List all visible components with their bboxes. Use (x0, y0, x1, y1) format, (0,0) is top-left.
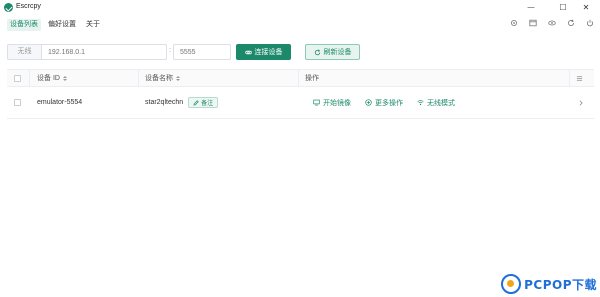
edit-note-button[interactable]: 备注 (188, 97, 219, 108)
plus-circle-icon (365, 99, 372, 106)
table-header: 设备 ID 设备名称 操作 (7, 69, 594, 87)
watermark: PCPOP下载 (501, 274, 597, 294)
row-checkbox[interactable] (14, 99, 21, 106)
device-name-text: star2qltechn (145, 99, 184, 106)
refresh-icon (314, 48, 320, 55)
main-tabs: 设备列表 偏好设置 关于 (7, 19, 103, 31)
row-actions: 开始镜像 更多操作 无线模式 (313, 87, 469, 118)
more-actions-button[interactable]: 更多操作 (365, 98, 403, 108)
monitor-icon (313, 99, 320, 106)
title-bar: Escrcpy — ☐ ✕ (0, 0, 600, 15)
refresh-devices-button[interactable]: 刷新设备 (305, 44, 360, 60)
connect-device-button[interactable]: 连接设备 (236, 44, 291, 60)
device-id-cell: emulator-5554 (37, 99, 83, 106)
power-icon[interactable] (586, 19, 594, 27)
select-all-checkbox[interactable] (14, 74, 21, 82)
minimize-button[interactable]: — (516, 0, 546, 15)
tab-about[interactable]: 关于 (83, 19, 103, 31)
row-select-cell (14, 87, 21, 118)
start-mirror-label: 开始镜像 (323, 99, 351, 107)
chevron-right-icon (579, 99, 583, 106)
link-icon (244, 50, 252, 54)
table-row: emulator-5554 star2qltechn 备注 开始镜像 更多操作 … (7, 87, 594, 119)
start-mirror-button[interactable]: 开始镜像 (313, 98, 351, 108)
tab-preferences[interactable]: 偏好设置 (45, 19, 79, 31)
more-actions-label: 更多操作 (375, 99, 403, 107)
port-separator: : (169, 47, 171, 54)
device-name-cell: star2qltechn 备注 (145, 87, 219, 118)
watermark-logo-icon (501, 274, 522, 294)
connection-mode-label: 无线 (7, 44, 41, 60)
sort-icon (176, 75, 180, 81)
wireless-mode-label: 无线模式 (427, 99, 455, 107)
minimize-icon: — (527, 4, 535, 11)
header-actions: 操作 (305, 70, 319, 86)
column-settings-icon (576, 75, 583, 81)
expand-row-cell[interactable] (578, 87, 584, 118)
app-logo-icon (4, 3, 13, 12)
edit-note-label: 备注 (201, 101, 214, 107)
header-device-name-label: 设备名称 (145, 75, 173, 82)
header-device-id-label: 设备 ID (37, 75, 60, 82)
header-actions-label: 操作 (305, 75, 319, 82)
close-button[interactable]: ✕ (571, 0, 600, 15)
column-settings-cell[interactable] (576, 70, 583, 86)
select-all-cell (14, 70, 21, 86)
settings-icon[interactable] (510, 19, 518, 27)
refresh-icon[interactable] (567, 19, 575, 27)
tab-device-list[interactable]: 设备列表 (7, 19, 41, 31)
header-device-id[interactable]: 设备 ID (37, 70, 67, 86)
ip-address-input[interactable] (41, 44, 167, 60)
close-icon: ✕ (582, 3, 590, 12)
watermark-text: PCPOP下载 (524, 277, 597, 292)
sort-icon (62, 75, 67, 81)
device-table: 设备 ID 设备名称 操作 emulator-5554 star2qltechn… (7, 69, 594, 119)
window-title: Escrcpy (16, 3, 41, 10)
edit-icon (193, 99, 199, 106)
wifi-icon (417, 100, 424, 106)
connect-device-label: 连接设备 (254, 49, 283, 56)
wireless-mode-button[interactable]: 无线模式 (417, 98, 455, 108)
toolbar-icons (510, 19, 594, 27)
refresh-devices-label: 刷新设备 (323, 49, 352, 56)
header-device-name[interactable]: 设备名称 (145, 70, 180, 86)
port-input[interactable] (173, 44, 231, 60)
window-icon[interactable] (529, 19, 537, 27)
maximize-icon: ☐ (559, 3, 567, 12)
eye-icon[interactable] (548, 19, 556, 27)
